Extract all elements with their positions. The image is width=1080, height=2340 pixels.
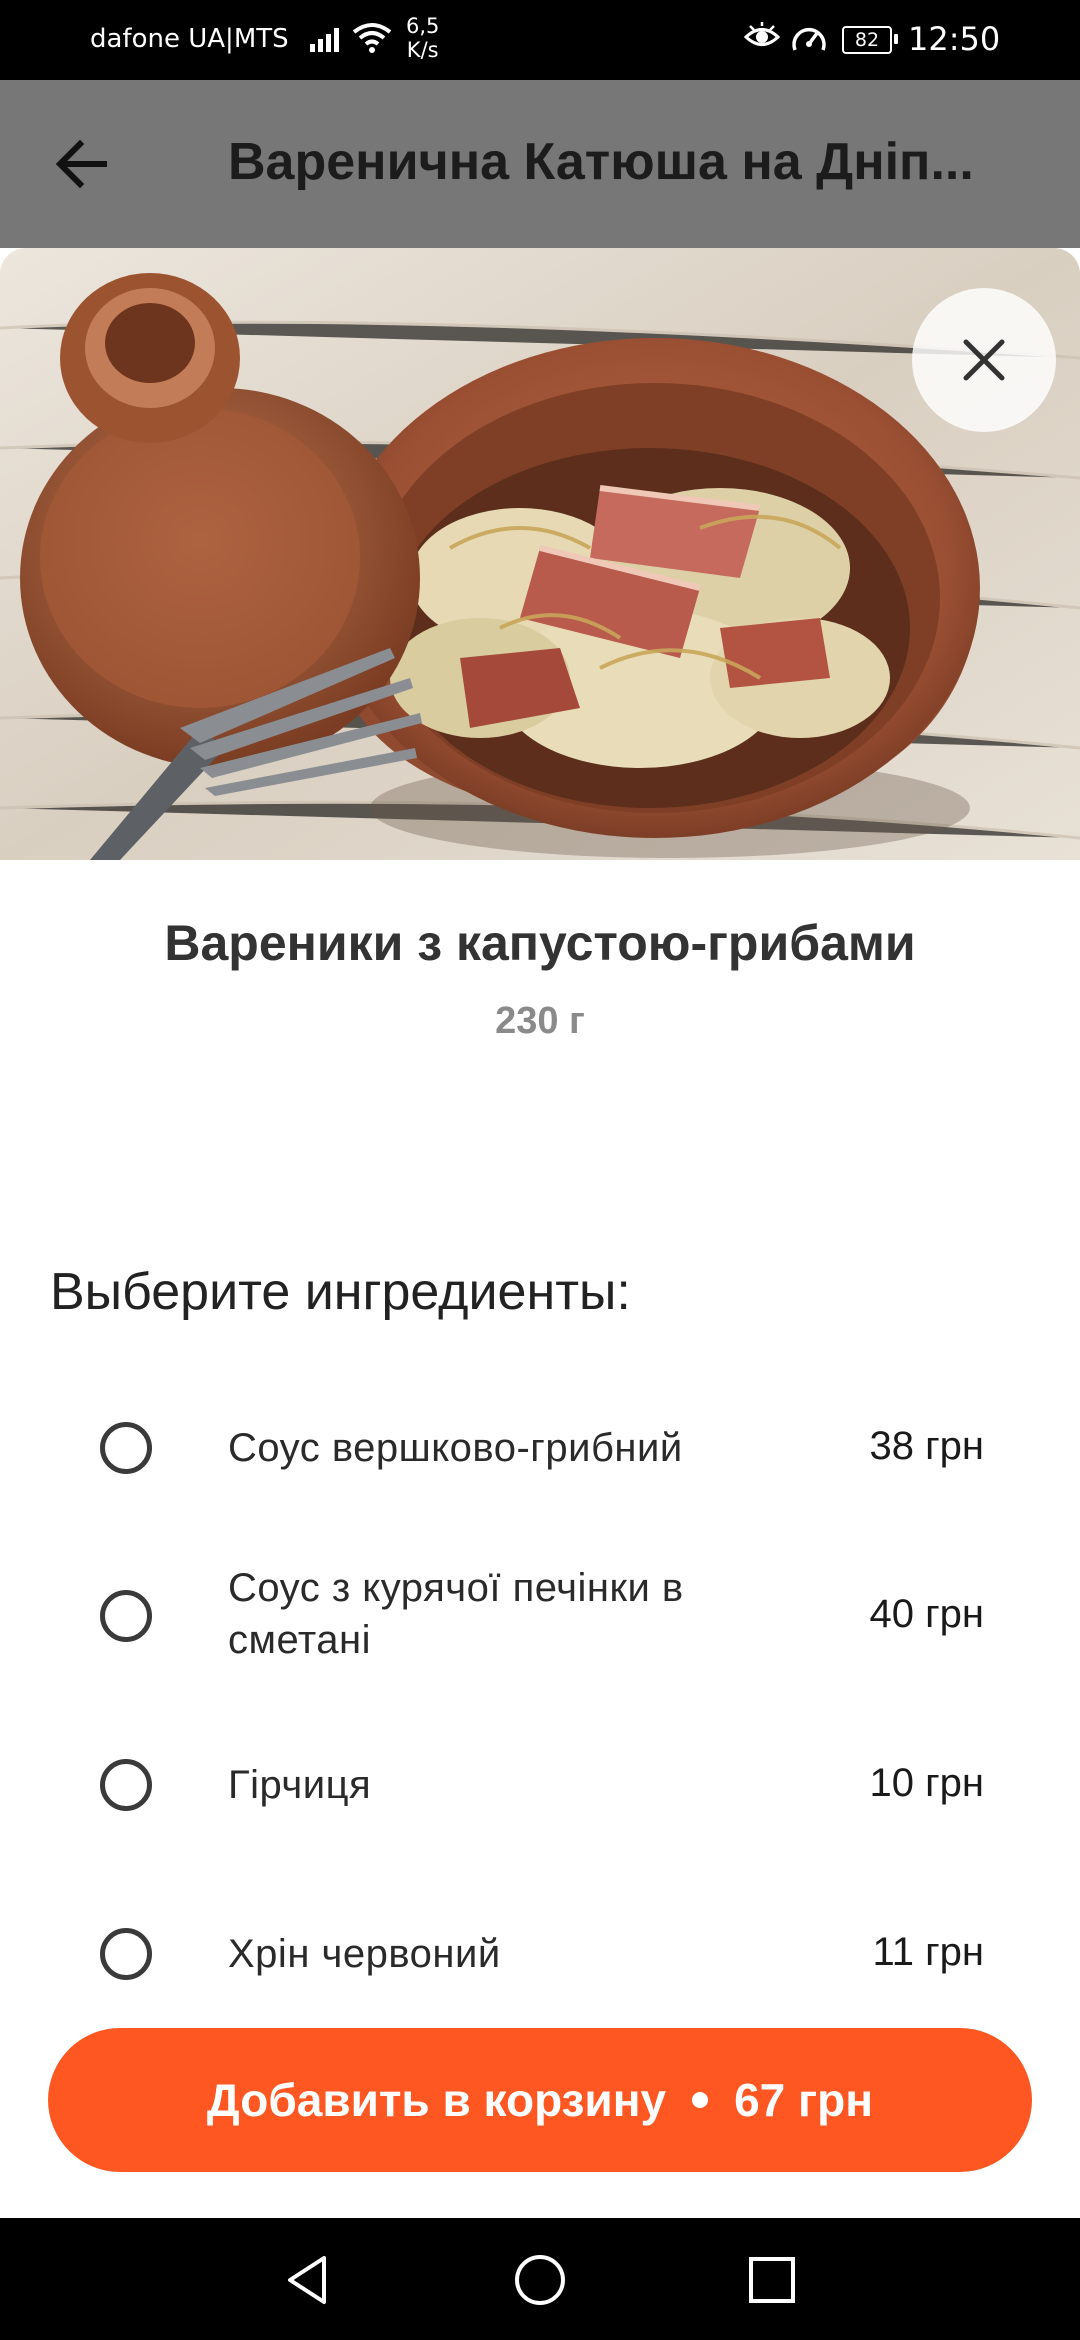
restaurant-title: Варенична Катюша на Дніп... bbox=[228, 133, 974, 191]
radio-button[interactable] bbox=[100, 1590, 152, 1642]
add-to-cart-button[interactable]: Добавить в корзину 67 грн bbox=[48, 2028, 1032, 2172]
nav-home-icon[interactable] bbox=[512, 2252, 568, 2308]
radio-button[interactable] bbox=[100, 1422, 152, 1474]
close-icon bbox=[963, 339, 1005, 381]
wifi-icon bbox=[352, 22, 392, 58]
gauge-icon bbox=[790, 22, 828, 58]
ingredient-option[interactable]: Хрін червоний 11 грн bbox=[0, 1880, 1080, 2030]
network-speed: 6,5 K/s bbox=[406, 14, 439, 62]
ingredient-name: Гірчиця bbox=[228, 1763, 372, 1807]
ingredient-price: 11 грн bbox=[872, 1930, 984, 1974]
ingredient-name: Хрін червоний bbox=[228, 1932, 501, 1976]
carrier-name: dafone UA|MTS bbox=[90, 24, 289, 54]
speed-unit: K/s bbox=[406, 38, 439, 62]
dish-modal: Вареники з капустою-грибами 230 г Выбери… bbox=[0, 248, 1080, 2218]
radio-button[interactable] bbox=[100, 1759, 152, 1811]
status-bar: dafone UA|MTS 6,5 K/s 82 12:50 bbox=[0, 0, 1080, 80]
signal-icon bbox=[310, 26, 344, 56]
speed-value: 6,5 bbox=[406, 14, 440, 38]
add-to-cart-price: 67 грн bbox=[734, 2074, 874, 2126]
separator-dot bbox=[692, 2092, 709, 2108]
arrow-left-icon bbox=[55, 139, 107, 189]
ingredient-option[interactable]: Соус вершково-грибний 38 грн bbox=[0, 1373, 1080, 1523]
dish-name: Вареники з капустою-грибами bbox=[164, 915, 916, 971]
nav-back-icon[interactable] bbox=[280, 2252, 336, 2308]
ingredient-option[interactable]: Гірчиця 10 грн bbox=[0, 1711, 1080, 1861]
eye-icon bbox=[743, 22, 781, 56]
system-nav-bar bbox=[0, 2218, 1080, 2340]
close-button[interactable] bbox=[912, 288, 1056, 432]
ingredient-name: Соус вершково-грибний bbox=[228, 1426, 683, 1470]
battery-icon: 82 bbox=[842, 26, 892, 54]
ingredient-price: 10 грн bbox=[869, 1761, 984, 1805]
app-header: Варенична Катюша на Дніп... bbox=[0, 80, 1080, 248]
nav-recents-icon[interactable] bbox=[744, 2252, 800, 2308]
back-button[interactable] bbox=[52, 136, 112, 192]
ingredient-name: Соус з курячої печінки в сметані bbox=[228, 1566, 684, 1662]
clock: 12:50 bbox=[908, 20, 1001, 58]
dish-weight: 230 г bbox=[495, 1000, 585, 1042]
ingredient-option[interactable]: Соус з курячої печінки в сметані 40 грн bbox=[0, 1542, 1080, 1692]
battery-tip bbox=[894, 34, 898, 44]
ingredient-price: 38 грн bbox=[869, 1424, 984, 1468]
add-to-cart-label: Добавить в корзину bbox=[206, 2074, 667, 2126]
ingredients-heading: Выберите ингредиенты: bbox=[50, 1263, 631, 1321]
ingredient-price: 40 грн bbox=[869, 1592, 984, 1636]
radio-button[interactable] bbox=[100, 1928, 152, 1980]
